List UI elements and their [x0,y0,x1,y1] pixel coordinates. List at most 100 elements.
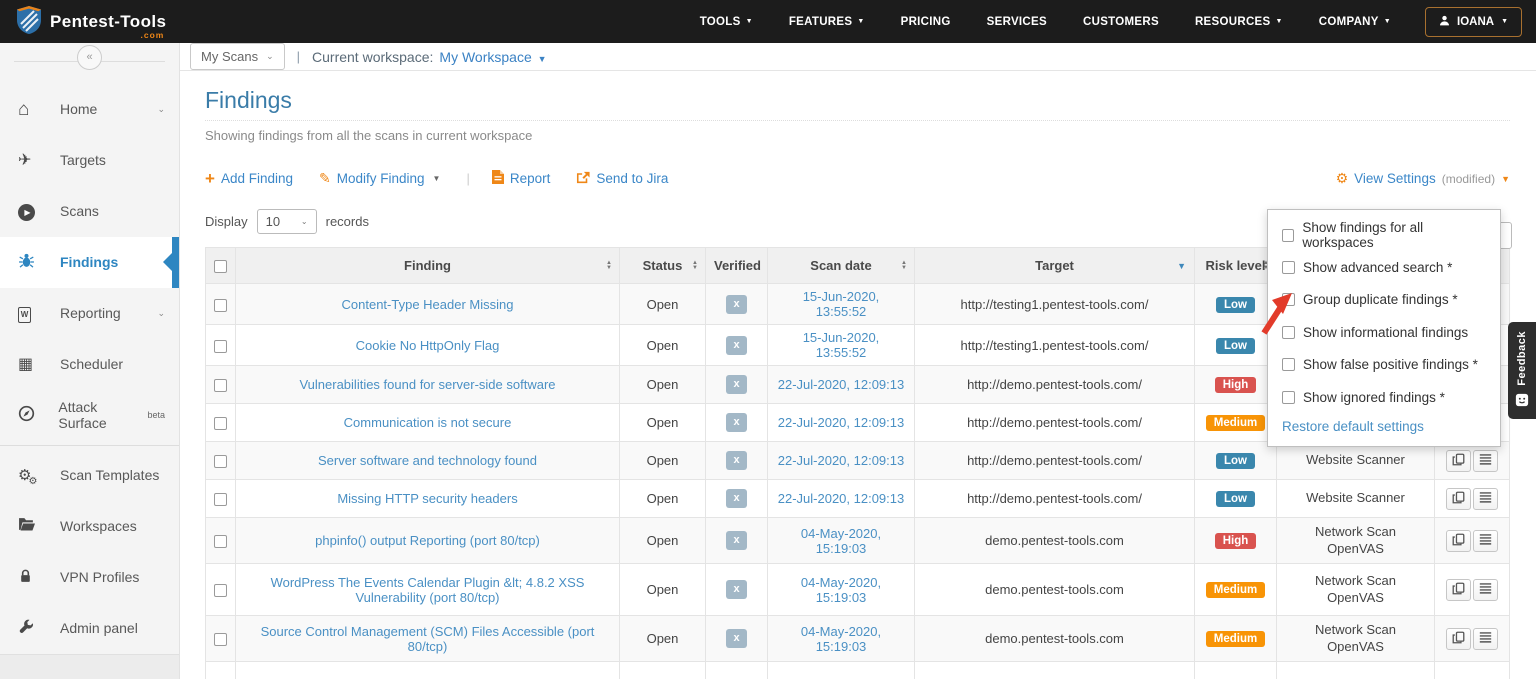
view-settings-button[interactable]: ⚙ View Settings (modified) ▼ [1336,170,1510,187]
sort-icon[interactable]: ▲▼ [606,261,612,271]
records-per-page-select[interactable]: 10 ⌄ [257,209,317,234]
dropdown-item-show-false-positive-findings[interactable]: Show false positive findings * [1282,349,1486,381]
row-checkbox[interactable] [214,584,227,597]
verified-toggle-badge[interactable]: x [726,629,747,648]
sidebar-item-attack-surface[interactable]: Attack Surfacebeta [0,390,179,441]
finding-link[interactable]: Content-Type Header Missing [342,297,514,312]
row-checkbox[interactable] [214,493,227,506]
nav-item-customers[interactable]: CUSTOMERS [1083,16,1159,28]
nav-item-services[interactable]: SERVICES [987,16,1047,28]
chevron-down-icon: ▼ [538,54,547,64]
column-header-verified[interactable]: Verified [706,248,768,284]
verified-toggle-badge[interactable]: x [726,531,747,550]
verified-toggle-badge[interactable]: x [726,451,747,470]
dropdown-item-show-findings-for-all-workspaces[interactable]: Show findings for all workspaces [1282,219,1486,251]
scan-date-link[interactable]: 04-May-2020, 15:19:03 [801,526,881,556]
finding-link[interactable]: Missing HTTP security headers [337,491,517,506]
nav-item-features[interactable]: FEATURES▼ [789,16,865,28]
checkbox[interactable] [1282,358,1295,371]
checkbox[interactable] [1282,293,1295,306]
row-checkbox[interactable] [214,417,227,430]
report-button[interactable]: Report [492,170,551,187]
column-header-scan-date[interactable]: Scan date ▲▼ [768,248,915,284]
finding-details-button[interactable] [1473,579,1498,601]
verified-toggle-badge[interactable]: x [726,489,747,508]
column-header-risk-level[interactable]: Risk level ▲▼ [1195,248,1277,284]
sidebar-item-findings[interactable]: Findings [0,237,179,288]
finding-link[interactable]: Communication is not secure [344,415,512,430]
user-menu-button[interactable]: IOANA ▼ [1425,7,1522,37]
sidebar-item-scan-templates[interactable]: ⚙⚙Scan Templates [0,450,179,501]
sort-icon[interactable]: ▲▼ [901,261,907,271]
checkbox[interactable] [1282,326,1295,339]
row-checkbox[interactable] [214,379,227,392]
modify-finding-button[interactable]: ✎ Modify Finding ▼ [319,170,440,187]
row-checkbox[interactable] [214,535,227,548]
finding-link[interactable]: Source Control Management (SCM) Files Ac… [261,624,595,654]
send-to-jira-button[interactable]: Send to Jira [576,171,668,187]
dropdown-item-show-ignored-findings[interactable]: Show ignored findings * [1282,381,1486,413]
copy-finding-button[interactable] [1446,488,1471,510]
row-checkbox[interactable] [214,340,227,353]
workspace-selector[interactable]: My Workspace ▼ [439,49,546,65]
scan-date-link[interactable]: 22-Jul-2020, 12:09:13 [778,415,904,430]
row-checkbox[interactable] [214,633,227,646]
finding-details-button[interactable] [1473,488,1498,510]
verified-toggle-badge[interactable]: x [726,413,747,432]
scan-date-link[interactable]: 15-Jun-2020, 13:55:52 [803,289,880,319]
column-header-target[interactable]: Target ▼ [915,248,1195,284]
verified-toggle-badge[interactable]: x [726,580,747,599]
finding-link[interactable]: Vulnerabilities found for server-side so… [299,377,555,392]
sidebar-item-workspaces[interactable]: Workspaces [0,501,179,552]
sidebar-item-admin-panel[interactable]: Admin panel [0,603,179,654]
sidebar-collapse-button[interactable]: « [77,45,102,70]
dropdown-item-show-advanced-search[interactable]: Show advanced search * [1282,251,1486,283]
checkbox[interactable] [1282,229,1294,242]
dropdown-item-show-informational-findings[interactable]: Show informational findings [1282,316,1486,348]
feedback-tab[interactable]: Feedback [1508,322,1536,419]
finding-link[interactable]: Cookie No HttpOnly Flag [356,338,500,353]
finding-link[interactable]: phpinfo() output Reporting (port 80/tcp) [315,533,540,548]
scan-date-link[interactable]: 04-May-2020, 15:19:03 [801,575,881,605]
dropdown-item-group-duplicate-findings[interactable]: Group duplicate findings * [1282,284,1486,316]
scan-date-link[interactable]: 22-Jul-2020, 12:09:13 [778,491,904,506]
verified-toggle-badge[interactable]: x [726,295,747,314]
scan-date-link[interactable]: 22-Jul-2020, 12:09:13 [778,453,904,468]
finding-details-button[interactable] [1473,450,1498,472]
copy-finding-button[interactable] [1446,579,1471,601]
nav-item-pricing[interactable]: PRICING [901,16,951,28]
select-all-checkbox[interactable] [214,260,227,273]
checkbox[interactable] [1282,391,1295,404]
copy-finding-button[interactable] [1446,450,1471,472]
row-checkbox[interactable] [214,455,227,468]
finding-details-button[interactable] [1473,628,1498,650]
verified-toggle-badge[interactable]: x [726,375,747,394]
finding-link[interactable]: Server software and technology found [318,453,537,468]
sidebar-item-home[interactable]: ⌂Home⌄ [0,84,179,135]
nav-item-tools[interactable]: TOOLS▼ [700,16,753,28]
checkbox[interactable] [1282,261,1295,274]
sort-icon[interactable]: ▲▼ [692,261,698,271]
nav-item-resources[interactable]: RESOURCES▼ [1195,16,1283,28]
brand-logo[interactable]: Pentest-Tools .com [16,5,166,38]
sidebar-item-reporting[interactable]: WReporting⌄ [0,288,179,339]
sidebar-item-targets[interactable]: ✈Targets [0,135,179,186]
verified-toggle-badge[interactable]: x [726,336,747,355]
finding-details-button[interactable] [1473,530,1498,552]
scan-date-link[interactable]: 22-Jul-2020, 12:09:13 [778,377,904,392]
restore-default-settings-link[interactable]: Restore default settings [1282,413,1486,438]
sidebar-item-scheduler[interactable]: ▦Scheduler [0,339,179,390]
row-checkbox[interactable] [214,299,227,312]
scan-date-link[interactable]: 15-Jun-2020, 13:55:52 [803,330,880,360]
copy-finding-button[interactable] [1446,530,1471,552]
sidebar-item-scans[interactable]: ▶Scans [0,186,179,237]
sidebar-item-vpn-profiles[interactable]: VPN Profiles [0,552,179,603]
column-header-status[interactable]: Status ▲▼ [620,248,706,284]
nav-item-company[interactable]: COMPANY▼ [1319,16,1391,28]
copy-finding-button[interactable] [1446,628,1471,650]
my-scans-select[interactable]: My Scans ⌄ [190,43,285,70]
scan-date-link[interactable]: 04-May-2020, 15:19:03 [801,624,881,654]
finding-link[interactable]: WordPress The Events Calendar Plugin &lt… [271,575,585,605]
add-finding-button[interactable]: + Add Finding [205,170,293,187]
column-header-finding[interactable]: Finding ▲▼ [236,248,620,284]
